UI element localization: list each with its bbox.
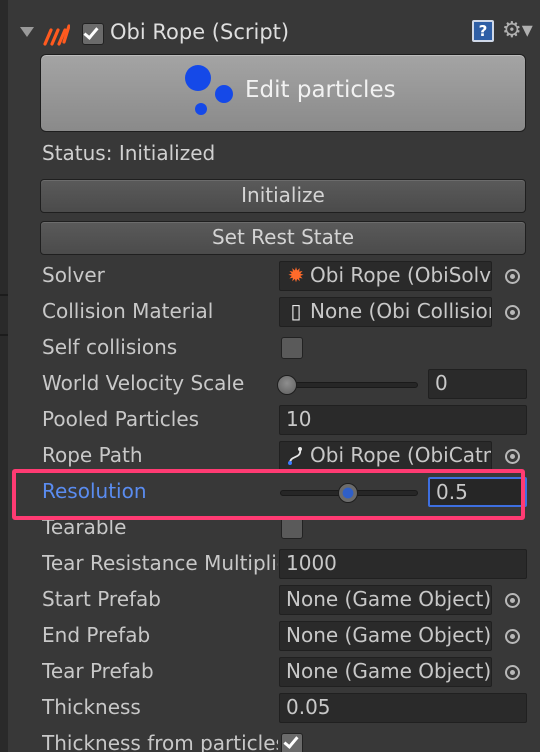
end-prefab-label: End Prefab (42, 623, 151, 647)
thickness-from-particles-row: Thickness from particles (0, 727, 540, 752)
collision-material-value: None (Obi Collision Material) (310, 299, 491, 323)
thickness-label: Thickness (42, 695, 141, 719)
tear-prefab-label: Tear Prefab (42, 659, 154, 683)
status-text: Status: Initialized (42, 141, 216, 165)
component-enabled-checkbox[interactable] (82, 23, 104, 45)
start-prefab-label: Start Prefab (42, 587, 162, 611)
self-collisions-label: Self collisions (42, 335, 178, 359)
world-velocity-scale-label: World Velocity Scale (42, 371, 245, 395)
self-collisions-row: Self collisions (0, 331, 540, 367)
tear-resistance-input[interactable]: 1000 (279, 549, 527, 579)
rope-path-value: Obi Rope (ObiCatmullRomCurve) (310, 443, 491, 467)
thickness-input[interactable]: 0.05 (279, 693, 527, 723)
tear-prefab-field[interactable]: None (Game Object) (279, 657, 492, 687)
object-picker-icon[interactable] (505, 593, 520, 608)
object-picker-icon[interactable] (505, 629, 520, 644)
component-title: Obi Rope (Script) (110, 20, 290, 44)
obi-rope-script-icon (43, 24, 70, 46)
edit-particles-label: Edit particles (245, 77, 396, 103)
check-icon (283, 733, 299, 749)
particles-icon (181, 65, 237, 121)
end-prefab-row: End Prefab None (Game Object) (0, 619, 540, 655)
foldout-arrow-icon[interactable] (20, 27, 34, 37)
resolution-highlight-box (12, 469, 525, 520)
rope-path-label: Rope Path (42, 443, 143, 467)
self-collisions-checkbox[interactable] (281, 337, 303, 359)
thickness-row: Thickness 0.05 (0, 691, 540, 727)
help-icon[interactable]: ? (472, 20, 494, 42)
collision-material-label: Collision Material (42, 299, 214, 323)
solver-value: Obi Rope (ObiSolver) (310, 263, 492, 287)
solver-label: Solver (42, 263, 105, 287)
world-velocity-scale-slider[interactable] (280, 382, 418, 388)
solver-field[interactable]: ✹Obi Rope (ObiSolver) (279, 261, 492, 291)
solver-gear-icon: ✹ (287, 263, 305, 287)
world-velocity-scale-slider-thumb[interactable] (277, 375, 297, 395)
start-prefab-row: Start Prefab None (Game Object) (0, 583, 540, 619)
tear-resistance-row: Tear Resistance Multiplier 1000 (0, 547, 540, 583)
pooled-particles-row: Pooled Particles 10 (0, 403, 540, 439)
tearable-checkbox[interactable] (281, 517, 303, 539)
thickness-from-particles-checkbox[interactable] (281, 733, 303, 752)
tear-prefab-row: Tear Prefab None (Game Object) (0, 655, 540, 691)
end-prefab-field[interactable]: None (Game Object) (279, 621, 492, 651)
world-velocity-scale-row: World Velocity Scale 0 (0, 367, 540, 403)
object-picker-icon[interactable] (505, 305, 520, 320)
initialize-button[interactable]: Initialize (40, 179, 526, 213)
curve-icon (286, 442, 306, 469)
edit-particles-button[interactable]: Edit particles (40, 54, 526, 132)
pooled-particles-input[interactable]: 10 (279, 405, 527, 435)
solver-row: Solver ✹Obi Rope (ObiSolver) (0, 259, 540, 295)
tear-resistance-label: Tear Resistance Multiplier (42, 551, 278, 575)
component-header[interactable]: Obi Rope (Script) ? ⚙▾ (8, 14, 540, 54)
check-icon (83, 24, 99, 40)
world-velocity-scale-input[interactable]: 0 (428, 369, 527, 399)
settings-gear-icon[interactable]: ⚙▾ (502, 18, 538, 44)
object-picker-icon[interactable] (505, 269, 520, 284)
document-icon: ▯ (290, 299, 302, 323)
collision-material-row: Collision Material ▯ None (Obi Collision … (0, 295, 540, 331)
set-rest-state-button[interactable]: Set Rest State (40, 221, 526, 255)
object-picker-icon[interactable] (505, 449, 520, 464)
rope-path-field[interactable]: Obi Rope (ObiCatmullRomCurve) (279, 441, 492, 471)
start-prefab-field[interactable]: None (Game Object) (279, 585, 492, 615)
collision-material-field[interactable]: ▯ None (Obi Collision Material) (279, 297, 492, 327)
object-picker-icon[interactable] (505, 665, 520, 680)
thickness-from-particles-label: Thickness from particles (42, 731, 278, 752)
pooled-particles-label: Pooled Particles (42, 407, 200, 431)
